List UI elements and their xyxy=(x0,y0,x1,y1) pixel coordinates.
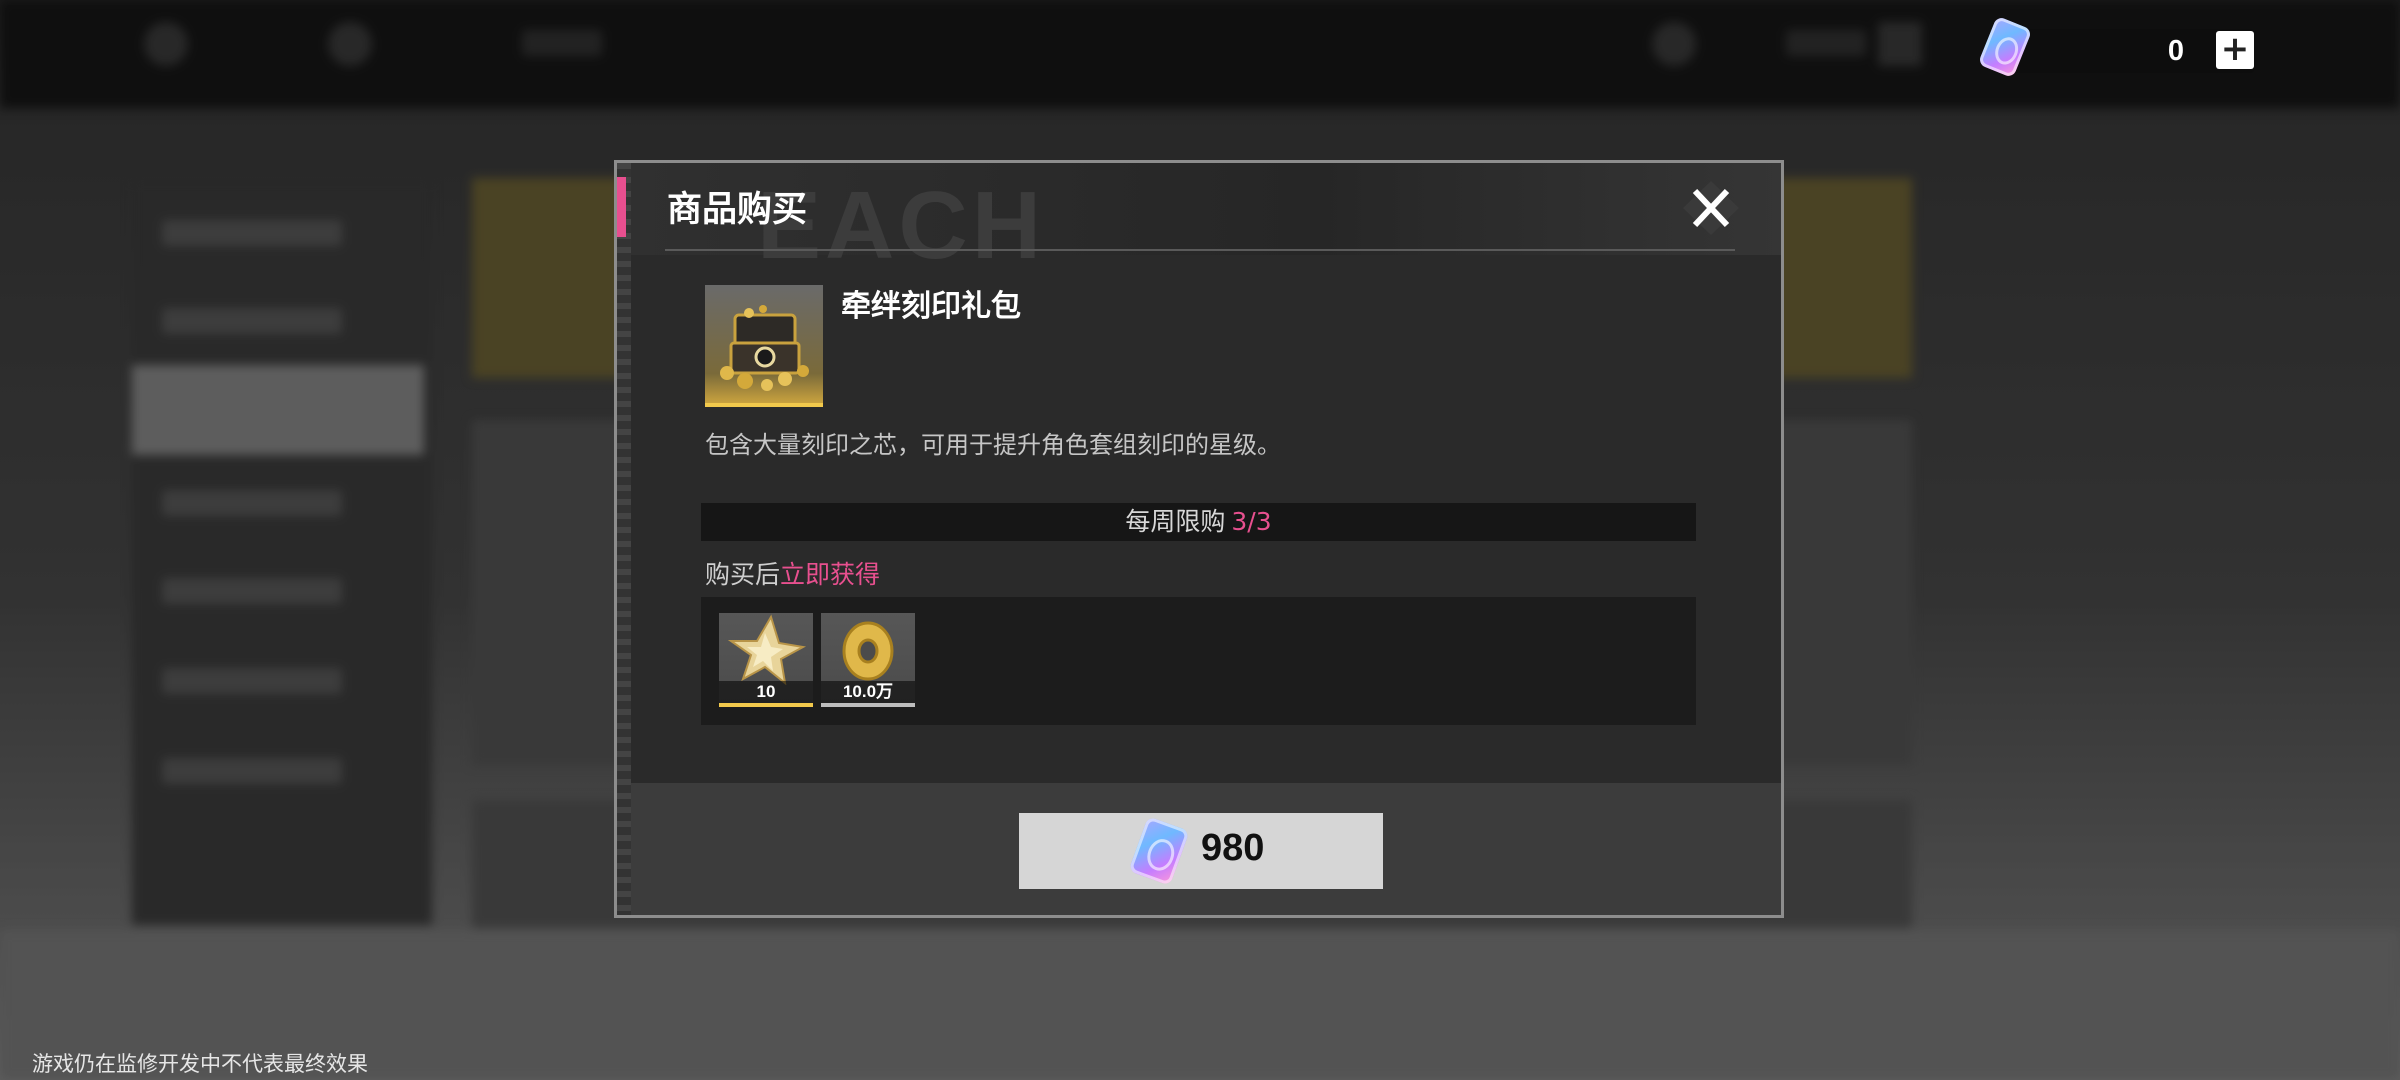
product-image xyxy=(705,285,823,407)
after-purchase-note: 购买后立即获得 xyxy=(705,555,880,591)
buy-button[interactable]: 980 xyxy=(1019,813,1383,889)
reward-quantity: 10 xyxy=(719,681,813,703)
reward-item[interactable]: 10 xyxy=(719,613,813,707)
title-accent-bar xyxy=(617,177,626,237)
modal-title: 商品购买 xyxy=(667,189,808,230)
purchase-modal: EACH 商品购买 牵绊刻印礼包 包含大量刻印之芯，可用于提升角色套组刻印的星级… xyxy=(614,160,1784,918)
crystal-icon xyxy=(1128,816,1190,886)
currency-amount: 0 xyxy=(2167,35,2184,67)
product-name: 牵绊刻印礼包 xyxy=(841,289,1021,324)
title-divider xyxy=(665,249,1735,251)
treasure-chest-icon xyxy=(720,305,809,391)
close-button[interactable] xyxy=(1681,179,1741,237)
after-purchase-prefix: 购买后 xyxy=(705,560,781,589)
close-icon xyxy=(1683,181,1739,235)
reward-item[interactable]: 10.0万 xyxy=(821,613,915,707)
weekly-limit-count: 3/3 xyxy=(1231,507,1272,536)
product-description: 包含大量刻印之芯，可用于提升角色套组刻印的星级。 xyxy=(705,431,1281,459)
development-disclaimer: 游戏仍在监修开发中不代表最终效果 xyxy=(32,1052,368,1076)
weekly-limit-label: 每周限购 xyxy=(1125,507,1226,536)
add-currency-button[interactable]: + xyxy=(2216,31,2254,69)
weekly-limit-bar: 每周限购 3/3 xyxy=(701,503,1696,541)
gold-coin-icon xyxy=(842,621,894,681)
currency-display: 0 + xyxy=(1977,15,2254,79)
reward-quantity: 10.0万 xyxy=(821,681,915,703)
modal-edge-decoration xyxy=(617,163,631,915)
rewards-list: 10 10.0万 xyxy=(701,597,1696,725)
star-crystal-icon xyxy=(727,614,807,686)
after-purchase-highlight: 立即获得 xyxy=(780,560,881,589)
buy-price: 980 xyxy=(1201,827,1265,869)
